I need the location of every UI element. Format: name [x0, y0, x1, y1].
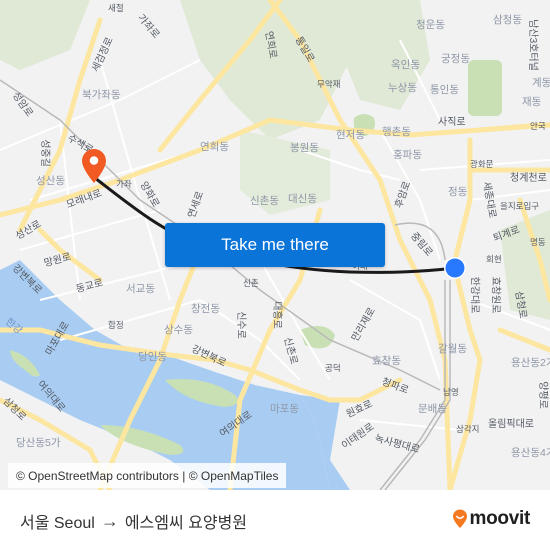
- map-label: 마포동: [270, 403, 299, 415]
- map-label: 효창동: [372, 355, 401, 367]
- map-label: 회현: [486, 254, 502, 264]
- map-label: 올림픽대로: [488, 419, 534, 430]
- map-label: 신촌동: [250, 195, 279, 207]
- map-label: 새절: [108, 3, 124, 13]
- map-label: 서교동: [126, 283, 155, 295]
- destination-name: 에스엠씨 요양병원: [124, 515, 248, 532]
- map-label: 누상동: [388, 82, 417, 94]
- map-label: 상수동: [164, 324, 193, 336]
- map-attribution[interactable]: © OpenStreetMap contributors | © OpenMap…: [8, 463, 287, 488]
- map-label: 남영: [443, 387, 459, 397]
- destination-dot-icon[interactable]: [443, 256, 467, 280]
- map-label: 창전동: [191, 303, 220, 315]
- map-label: 성산동: [36, 175, 65, 187]
- map-label: 청운동: [416, 19, 445, 31]
- arrow-right-icon: →: [100, 510, 119, 531]
- map-label: 당산동5가: [16, 437, 61, 449]
- map-label: 계동: [532, 77, 550, 89]
- map-label: 효창원로: [489, 276, 501, 314]
- map-label: 신촌: [243, 278, 259, 288]
- origin-pin-icon[interactable]: [81, 148, 107, 184]
- map-label: 대신동: [288, 193, 317, 205]
- map-label: 당인동: [138, 351, 167, 363]
- map-label: 안국: [530, 121, 546, 131]
- map-label: 옥인동: [391, 59, 420, 71]
- map-label: 사직로: [438, 117, 466, 128]
- map-label: 광화문: [470, 159, 494, 169]
- footer-bar: 서울 Seoul → 에스엠씨 요양병원 moovit: [0, 490, 550, 550]
- map-label: 궁정동: [441, 53, 470, 65]
- map-label: 문배동: [418, 403, 447, 415]
- moovit-pin-icon: [452, 509, 467, 528]
- map-label: 갈월동: [438, 343, 467, 355]
- moovit-wordmark: moovit: [469, 508, 531, 529]
- map-label: 북가좌동: [82, 89, 121, 101]
- map-label: 삼각지: [456, 424, 480, 434]
- route-title: 서울 Seoul → 에스엠씨 요양병원: [20, 509, 247, 533]
- map-label: 통인동: [430, 84, 459, 96]
- map-label: 청계천로: [510, 173, 547, 184]
- map-label: 명동: [530, 237, 546, 247]
- map-label: 삼청동: [493, 14, 522, 26]
- map-label: 홍파동: [393, 149, 422, 161]
- map-label: 봉원동: [290, 142, 319, 154]
- map-label: 남산3호터널: [526, 19, 538, 71]
- map-label: 재동: [522, 96, 542, 108]
- map-label: 공덕: [325, 363, 341, 373]
- map-label: 한강대로: [468, 276, 480, 314]
- map-label: 현저동: [336, 129, 365, 141]
- origin-name: 서울 Seoul: [20, 515, 95, 532]
- moovit-logo[interactable]: moovit: [452, 508, 530, 530]
- map-view[interactable]: 새절 가좌로 연희로 세검정로 북가좌동 성암로 수색로 성중길 성산동 가좌 …: [0, 0, 550, 490]
- map-label: 양평로: [536, 381, 548, 409]
- map-label: 정동: [448, 186, 468, 198]
- map-label: 가좌: [116, 179, 132, 189]
- map-label: 대흥로: [270, 301, 282, 329]
- map-label: 행촌동: [382, 126, 411, 138]
- map-label: 합정: [108, 320, 124, 330]
- map-label: 용산동2가: [511, 357, 550, 369]
- map-label: 무악재: [317, 79, 341, 89]
- map-label: 을지로입구: [500, 201, 540, 211]
- take-me-there-button[interactable]: Take me there: [165, 223, 385, 267]
- map-label: 용산동4가: [511, 447, 550, 459]
- map-label: 성중길: [38, 139, 50, 167]
- map-label: 연희동: [200, 141, 229, 153]
- map-label: 신수로: [234, 311, 246, 339]
